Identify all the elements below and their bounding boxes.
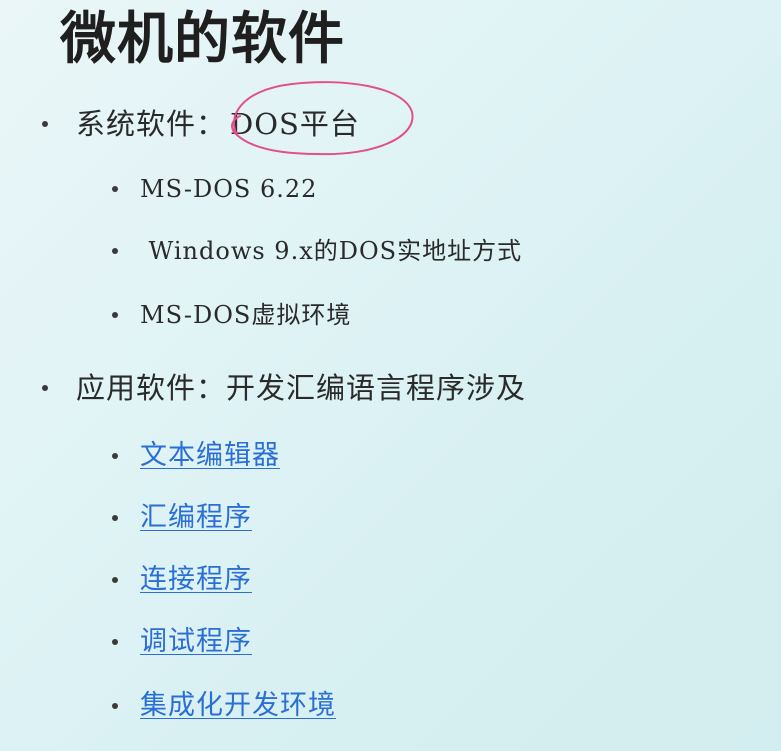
slide: 微机的软件 系统软件： DOS平台 MS-DOS 6.22 Windows 9.… <box>0 0 781 751</box>
bullet-application-software: 应用软件：开发汇编语言程序涉及 <box>42 368 526 408</box>
link-ide[interactable]: 集成化开发环境 <box>140 688 336 724</box>
application-software-label: 应用软件：开发汇编语言程序涉及 <box>76 371 527 405</box>
bullet-dot <box>112 703 118 709</box>
system-software-label: 系统软件： <box>76 107 227 141</box>
bullet-dot <box>112 453 118 459</box>
link-linker[interactable]: 连接程序 <box>140 562 252 598</box>
bullet-dot <box>112 186 118 192</box>
bullet-dot <box>112 639 118 645</box>
link-debugger[interactable]: 调试程序 <box>140 624 252 660</box>
list-item: Windows 9.x的DOS实地址方式 <box>112 234 522 268</box>
slide-title: 微机的软件 <box>60 7 345 72</box>
list-item: 连接程序 <box>112 562 252 598</box>
dos-platform-text: DOS平台 <box>230 107 360 141</box>
list-item-text: MS-DOS 6.22 <box>140 175 318 203</box>
list-item-text: Windows 9.x的DOS实地址方式 <box>140 237 523 265</box>
list-item: 文本编辑器 <box>112 438 280 474</box>
list-item: 调试程序 <box>112 624 252 660</box>
bullet-dot <box>42 385 48 391</box>
bullet-system-software: 系统软件： DOS平台 <box>42 104 360 144</box>
list-item-text: MS-DOS虚拟环境 <box>140 301 352 329</box>
bullet-dot <box>112 312 118 318</box>
bullet-dot <box>112 515 118 521</box>
list-item: 集成化开发环境 <box>112 688 336 724</box>
bullet-dot <box>42 121 48 127</box>
list-item: 汇编程序 <box>112 500 252 536</box>
list-item: MS-DOS 6.22 <box>112 172 317 206</box>
bullet-dot <box>112 248 118 254</box>
link-assembler[interactable]: 汇编程序 <box>140 500 252 536</box>
bullet-dot <box>112 577 118 583</box>
list-item: MS-DOS虚拟环境 <box>112 298 351 332</box>
link-text-editor[interactable]: 文本编辑器 <box>140 438 280 474</box>
